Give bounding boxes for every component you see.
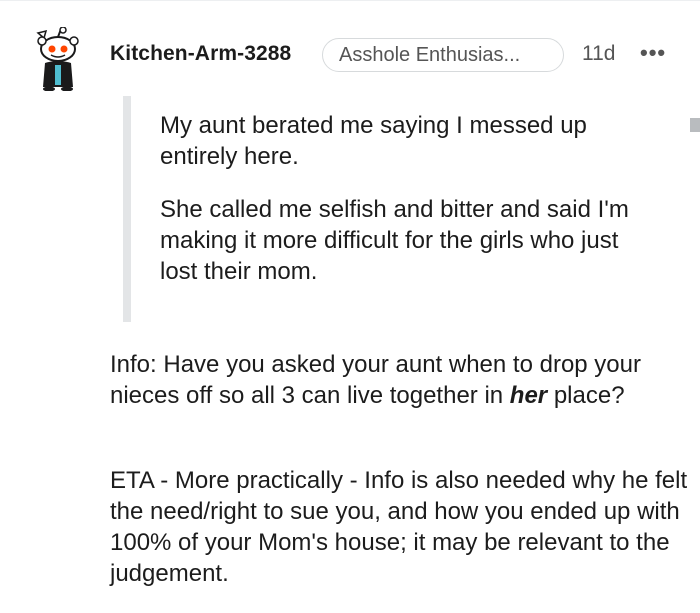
comment-author[interactable]: Kitchen-Arm-3288 xyxy=(110,42,291,66)
quote-paragraph: My aunt berated me saying I messed up en… xyxy=(160,112,587,170)
more-options-icon[interactable]: ••• xyxy=(640,40,666,66)
top-divider xyxy=(0,0,700,1)
scrollbar-thumb[interactable] xyxy=(690,118,700,132)
blockquote-bar xyxy=(123,96,131,322)
user-flair: Asshole Enthusias... xyxy=(322,38,564,72)
emphasis-text: her xyxy=(509,382,548,409)
paragraph-text: place? xyxy=(547,382,625,409)
comment-timestamp[interactable]: 11d xyxy=(582,42,615,66)
comment-paragraph: Info: Have you asked your aunt when to d… xyxy=(110,349,690,411)
quote-paragraph: She called me selfish and bitter and sai… xyxy=(160,196,629,285)
snoo-avatar-icon[interactable] xyxy=(34,26,82,92)
comment-paragraph: ETA - More practically - Info is also ne… xyxy=(110,467,688,587)
